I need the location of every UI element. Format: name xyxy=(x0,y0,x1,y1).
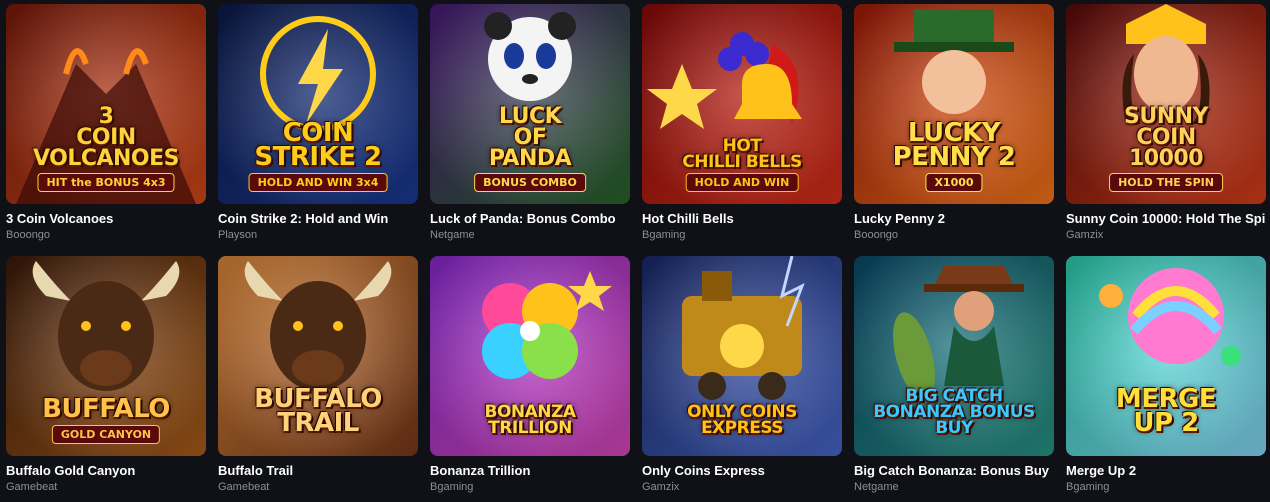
game-thumbnail[interactable]: MERGE UP 2 xyxy=(1066,256,1266,456)
thumbnail-logo-text: BIG CATCH BONANZA BONUS BUY xyxy=(873,385,1035,438)
game-provider: Netgame xyxy=(430,229,475,241)
game-thumbnail[interactable]: Hot Chilli Bells HOLD AND WIN xyxy=(642,4,842,204)
game-card[interactable]: LUCK OF PANDA BONUS COMBO Luck of Panda: … xyxy=(430,4,630,250)
thumbnail-badge: X1000 xyxy=(925,173,983,192)
thumbnail-logo-text: COIN STRIKE 2 xyxy=(254,117,382,173)
game-provider: Netgame xyxy=(854,481,899,493)
thumbnail-logo-text: Hot Chilli Bells xyxy=(682,135,802,172)
game-card[interactable]: MERGE UP 2 Merge Up 2 Bgaming xyxy=(1066,256,1266,502)
game-card[interactable]: BONANZA TRILLION Bonanza Trillion Bgamin… xyxy=(430,256,630,502)
game-title[interactable]: Luck of Panda: Bonus Combo xyxy=(430,211,630,227)
game-card[interactable]: BUFFALO TRAIL Buffalo Trail Gamebeat xyxy=(218,256,418,502)
game-provider: Gamebeat xyxy=(6,481,58,493)
game-provider: Bgaming xyxy=(430,481,474,493)
game-title[interactable]: Big Catch Bonanza: Bonus Buy xyxy=(854,463,1054,479)
game-provider: Booongo xyxy=(854,229,899,241)
game-thumbnail[interactable]: LUCK OF PANDA BONUS COMBO xyxy=(430,4,630,204)
game-card[interactable]: Hot Chilli Bells HOLD AND WIN Hot Chilli … xyxy=(642,4,842,250)
thumbnail-badge: BONUS COMBO xyxy=(474,173,586,192)
game-card[interactable]: SUNNY COIN 10000 HOLD THE SPIN Sunny Coin… xyxy=(1066,4,1266,250)
thumbnail-badge: HOLD AND WIN 3x4 xyxy=(248,173,388,192)
thumbnail-badge: HOLD AND WIN xyxy=(685,173,799,192)
game-title[interactable]: Sunny Coin 10000: Hold The Spin xyxy=(1066,211,1266,227)
game-title[interactable]: Only Coins Express xyxy=(642,463,842,479)
game-title[interactable]: 3 Coin Volcanoes xyxy=(6,211,206,227)
game-title[interactable]: Merge Up 2 xyxy=(1066,463,1266,479)
game-grid: 3 COIN VOLCANOES HIT the BONUS 4x3 3 Coin… xyxy=(6,4,1266,502)
game-title[interactable]: Coin Strike 2: Hold and Win xyxy=(218,211,418,227)
game-title[interactable]: Bonanza Trillion xyxy=(430,463,630,479)
game-card[interactable]: BUFFALO GOLD CANYON Buffalo Gold Canyon G… xyxy=(6,256,206,502)
game-provider: Gamzix xyxy=(1066,229,1104,241)
game-provider: Gamebeat xyxy=(218,481,270,493)
game-card[interactable]: COIN STRIKE 2 HOLD AND WIN 3x4 Coin Strik… xyxy=(218,4,418,250)
game-thumbnail[interactable]: BIG CATCH BONANZA BONUS BUY xyxy=(854,256,1054,456)
game-thumbnail[interactable]: SUNNY COIN 10000 HOLD THE SPIN xyxy=(1066,4,1266,204)
game-thumbnail[interactable]: LUCKY PENNY 2 X1000 xyxy=(854,4,1054,204)
game-thumbnail[interactable]: COIN STRIKE 2 HOLD AND WIN 3x4 xyxy=(218,4,418,204)
game-provider: Gamzix xyxy=(642,481,680,493)
thumbnail-logo-text: BUFFALO xyxy=(42,394,170,425)
game-thumbnail[interactable]: ONLY COINS EXPRESS xyxy=(642,256,842,456)
thumbnail-logo-text: LUCK OF PANDA xyxy=(488,104,572,172)
thumbnail-logo-text: BONANZA TRILLION xyxy=(484,401,576,438)
thumbnail-logo-text: BUFFALO TRAIL xyxy=(254,383,382,439)
game-card[interactable]: ONLY COINS EXPRESS Only Coins Express Ga… xyxy=(642,256,842,502)
game-provider: Booongo xyxy=(6,229,51,241)
game-provider: Bgaming xyxy=(642,229,686,241)
thumbnail-logo-text: LUCKY PENNY 2 xyxy=(892,117,1016,173)
thumbnail-logo-text: SUNNY COIN 10000 xyxy=(1124,104,1208,172)
thumbnail-logo-text: 3 COIN VOLCANOES xyxy=(32,104,180,172)
thumbnail-badge: HIT the BONUS 4x3 xyxy=(37,173,175,192)
thumbnail-logo-text: ONLY COINS EXPRESS xyxy=(687,401,797,438)
game-title[interactable]: Lucky Penny 2 xyxy=(854,211,1054,227)
game-title[interactable]: Buffalo Gold Canyon xyxy=(6,463,206,479)
game-card[interactable]: LUCKY PENNY 2 X1000 Lucky Penny 2 Booongo xyxy=(854,4,1054,250)
game-provider: Playson xyxy=(218,229,258,241)
game-title[interactable]: Buffalo Trail xyxy=(218,463,418,479)
thumbnail-logo-text: MERGE UP 2 xyxy=(1115,383,1217,439)
thumbnail-badge: GOLD CANYON xyxy=(51,425,161,444)
game-card[interactable]: 3 COIN VOLCANOES HIT the BONUS 4x3 3 Coin… xyxy=(6,4,206,250)
game-thumbnail[interactable]: BONANZA TRILLION xyxy=(430,256,630,456)
game-thumbnail[interactable]: 3 COIN VOLCANOES HIT the BONUS 4x3 xyxy=(6,4,206,204)
game-provider: Bgaming xyxy=(1066,481,1110,493)
game-title[interactable]: Hot Chilli Bells xyxy=(642,211,842,227)
game-thumbnail[interactable]: BUFFALO TRAIL xyxy=(218,256,418,456)
game-thumbnail[interactable]: BUFFALO GOLD CANYON xyxy=(6,256,206,456)
thumbnail-badge: HOLD THE SPIN xyxy=(1109,173,1223,192)
game-card[interactable]: BIG CATCH BONANZA BONUS BUY Big Catch Bo… xyxy=(854,256,1054,502)
